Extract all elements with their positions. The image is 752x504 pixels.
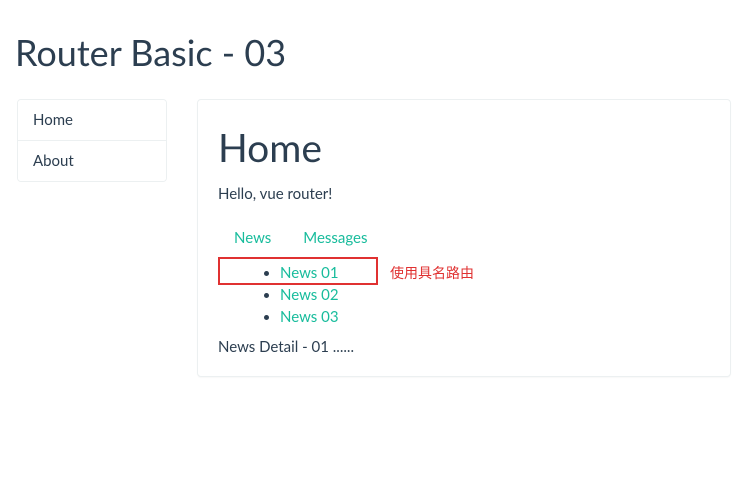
sidebar-item-about[interactable]: About: [18, 141, 166, 181]
news-wrap: 使用具名路由 News 01 News 02 News 03: [218, 263, 710, 328]
annotation-text: 使用具名路由: [390, 263, 474, 283]
news-link-03[interactable]: News 03: [280, 308, 339, 326]
news-link-02[interactable]: News 02: [280, 286, 339, 304]
main-panel-wrap: Home Hello, vue router! News Messages 使用…: [197, 99, 731, 377]
news-link-01[interactable]: News 01: [280, 264, 339, 282]
tab-news[interactable]: News: [234, 229, 271, 247]
list-item: News 02: [280, 285, 710, 307]
content-heading: Home: [218, 125, 710, 171]
greeting-text: Hello, vue router!: [218, 185, 710, 203]
list-item: News 03: [280, 307, 710, 329]
sidebar: Home About: [17, 99, 167, 377]
list-item: News 01: [280, 263, 710, 285]
tabs: News Messages: [218, 221, 710, 253]
page-title: Router Basic - 03: [15, 30, 737, 74]
main-panel: Home Hello, vue router! News Messages 使用…: [197, 99, 731, 377]
news-detail: News Detail - 01 ......: [218, 338, 710, 356]
tab-messages[interactable]: Messages: [303, 229, 367, 247]
sidebar-item-home[interactable]: Home: [18, 100, 166, 141]
news-list: News 01 News 02 News 03: [240, 263, 710, 328]
sidebar-list: Home About: [17, 99, 167, 182]
